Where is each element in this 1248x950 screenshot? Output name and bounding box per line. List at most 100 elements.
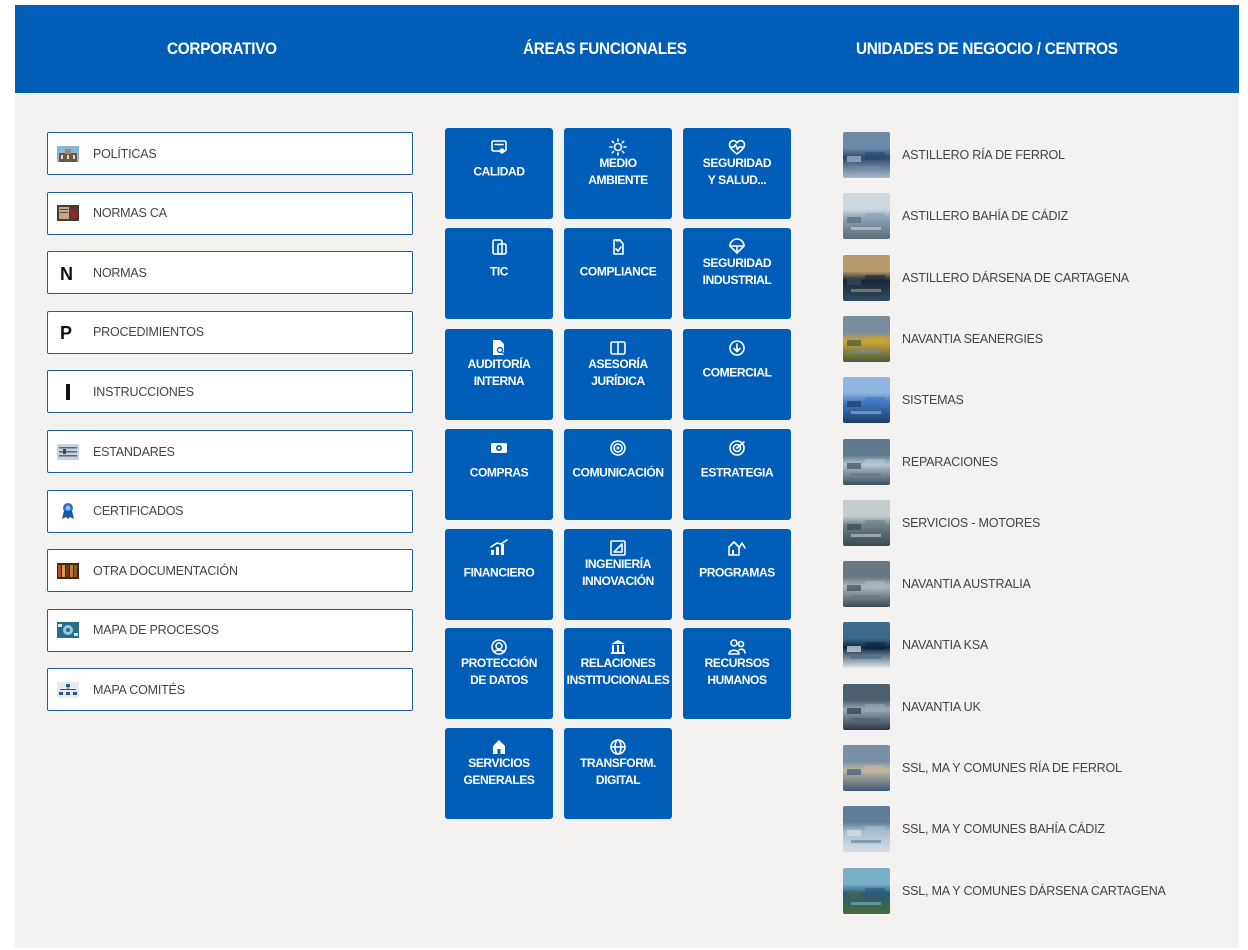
corp-item-label: POLÍTICAS xyxy=(93,146,157,161)
business-unit-astillero-bahia-de-cadiz[interactable]: ASTILLERO BAHÍA DE CÁDIZ xyxy=(843,192,1068,240)
ruler-design-icon xyxy=(564,539,672,557)
tile-financiero[interactable]: FINANCIERO xyxy=(445,529,553,620)
letter-p-icon: P xyxy=(57,323,79,341)
compliance-icon xyxy=(564,238,672,256)
tile-label: COMERCIAL xyxy=(702,365,772,380)
business-unit-reparaciones[interactable]: REPARACIONES xyxy=(843,438,998,486)
heart-pulse-icon xyxy=(683,138,791,156)
business-unit-servicios-motores[interactable]: SERVICIOS - MOTORES xyxy=(843,499,1040,547)
tile-servicios-generales[interactable]: SERVICIOS GENERALES xyxy=(445,728,553,819)
people-icon xyxy=(683,638,791,656)
download-circle-icon xyxy=(683,339,791,357)
book-open-icon xyxy=(564,339,672,357)
corp-item-mapa-de-procesos[interactable]: MAPA DE PROCESOS xyxy=(47,608,413,652)
corp-item-normas[interactable]: N NORMAS xyxy=(47,251,413,295)
business-unit-thumbnail xyxy=(843,683,890,730)
business-unit-navantia-seanergies[interactable]: NAVANTIA SEANERGIES xyxy=(843,315,1043,363)
tile-compras[interactable]: COMPRAS xyxy=(445,429,553,520)
letter-n-icon: N xyxy=(57,264,79,282)
business-unit-label: SSL, MA Y COMUNES DÁRSENA CARTAGENA xyxy=(902,883,1166,898)
data-protection-icon xyxy=(445,638,553,656)
tile-estrategia[interactable]: ESTRATEGIA xyxy=(683,429,791,520)
tile-label: TIC xyxy=(489,264,509,279)
tile-medio-ambiente[interactable]: MEDIO AMBIENTE xyxy=(564,128,672,219)
tile-label: FINANCIERO xyxy=(463,565,535,580)
business-unit-label: NAVANTIA SEANERGIES xyxy=(902,331,1043,346)
header-unidades-negocio: UNIDADES DE NEGOCIO / CENTROS xyxy=(856,39,1118,58)
tile-compliance[interactable]: COMPLIANCE xyxy=(564,228,672,319)
page-panel: CORPORATIVO ÁREAS FUNCIONALES UNIDADES D… xyxy=(15,5,1239,948)
tile-programas[interactable]: PROGRAMAS xyxy=(683,529,791,620)
business-unit-astillero-ria-de-ferrol[interactable]: ASTILLERO RÍA DE FERROL xyxy=(843,131,1065,179)
tile-ingenieria-innovacion[interactable]: INGENIERÍA INNOVACIÓN xyxy=(564,529,672,620)
tile-recursos-humanos[interactable]: RECURSOS HUMANOS xyxy=(683,628,791,719)
tile-label: MEDIO AMBIENTE xyxy=(588,156,648,187)
business-unit-thumbnail xyxy=(843,438,890,485)
business-unit-ssl-ma-y-comunes-ria-de-ferrol[interactable]: SSL, MA Y COMUNES RÍA DE FERROL xyxy=(843,744,1122,792)
business-unit-label: ASTILLERO DÁRSENA DE CARTAGENA xyxy=(902,270,1129,285)
tile-label: RECURSOS HUMANOS xyxy=(704,656,770,687)
header-areas-funcionales: ÁREAS FUNCIONALES xyxy=(523,39,687,58)
business-unit-label: ASTILLERO BAHÍA DE CÁDIZ xyxy=(902,209,1069,224)
section-header-bar: CORPORATIVO ÁREAS FUNCIONALES UNIDADES D… xyxy=(15,5,1239,93)
tile-label: COMPLIANCE xyxy=(579,264,657,279)
tile-label: SERVICIOS GENERALES xyxy=(463,756,535,787)
business-unit-label: SERVICIOS - MOTORES xyxy=(902,515,1041,530)
business-unit-sistemas[interactable]: SISTEMAS xyxy=(843,376,964,424)
tile-seguridad-y-salud[interactable]: SEGURIDAD Y SALUD... xyxy=(683,128,791,219)
tile-tic[interactable]: TIC xyxy=(445,228,553,319)
committee-map-icon xyxy=(57,681,79,699)
money-icon xyxy=(445,439,553,457)
tile-label: COMUNICACIÓN xyxy=(572,465,664,480)
tile-label: TRANSFORM. DIGITAL xyxy=(580,756,656,787)
tile-asesoria-juridica[interactable]: ASESORÍA JURÍDICA xyxy=(564,329,672,420)
certificate-ribbon-icon xyxy=(57,502,79,520)
business-unit-thumbnail xyxy=(843,132,890,178)
corp-item-certificados[interactable]: CERTIFICADOS xyxy=(47,489,413,533)
business-unit-navantia-australia[interactable]: NAVANTIA AUSTRALIA xyxy=(843,560,1031,608)
tile-auditoria-interna[interactable]: AUDITORÍA INTERNA xyxy=(445,329,553,420)
tile-label: ASESORÍA JURÍDICA xyxy=(588,357,648,388)
business-unit-astillero-darsena-de-cartagena[interactable]: ASTILLERO DÁRSENA DE CARTAGENA xyxy=(843,254,1129,302)
corp-item-instrucciones[interactable]: INSTRUCCIONES xyxy=(47,370,413,414)
business-unit-thumbnail xyxy=(843,315,890,362)
corp-item-label: NORMAS CA xyxy=(93,206,167,221)
broadcast-icon xyxy=(564,439,672,457)
business-unit-navantia-ksa[interactable]: NAVANTIA KSA xyxy=(843,621,988,669)
corp-item-politicas[interactable]: POLÍTICAS xyxy=(47,132,413,175)
tile-label: SEGURIDAD INDUSTRIAL xyxy=(702,256,772,287)
business-unit-label: ASTILLERO RÍA DE FERROL xyxy=(902,148,1065,162)
target-icon xyxy=(683,439,791,457)
tile-comercial[interactable]: COMERCIAL xyxy=(683,329,791,420)
home-icon xyxy=(445,738,553,756)
corp-item-mapa-comites[interactable]: MAPA COMITÉS xyxy=(47,668,413,712)
tile-comunicacion[interactable]: COMUNICACIÓN xyxy=(564,429,672,520)
house-chart-icon xyxy=(683,539,791,557)
globe-icon xyxy=(564,738,672,756)
tile-calidad[interactable]: CALIDAD xyxy=(445,128,553,219)
business-unit-navantia-uk[interactable]: NAVANTIA UK xyxy=(843,683,981,731)
corp-item-otra-documentacion[interactable]: OTRA DOCUMENTACIÓN xyxy=(47,549,413,593)
business-unit-thumbnail xyxy=(843,622,890,669)
tile-label: RELACIONES INSTITUCIONALES xyxy=(566,656,670,687)
sun-icon xyxy=(564,138,672,156)
business-unit-label: SSL, MA Y COMUNES BAHÍA CÁDIZ xyxy=(902,822,1105,837)
corp-item-normas-ca[interactable]: NORMAS CA xyxy=(47,191,413,235)
business-unit-ssl-ma-y-comunes-darsena-cartagena[interactable]: SSL, MA Y COMUNES DÁRSENA CARTAGENA xyxy=(843,867,1166,915)
books-icon xyxy=(57,562,79,580)
business-unit-thumbnail xyxy=(843,745,890,791)
tile-proteccion-de-datos[interactable]: PROTECCIÓN DE DATOS xyxy=(445,628,553,719)
parachute-icon xyxy=(683,238,791,256)
process-map-icon xyxy=(57,621,79,639)
tile-seguridad-industrial[interactable]: SEGURIDAD INDUSTRIAL xyxy=(683,228,791,319)
corp-item-estandares[interactable]: ESTANDARES xyxy=(47,430,413,473)
tile-transform-digital[interactable]: TRANSFORM. DIGITAL xyxy=(564,728,672,819)
business-unit-label: NAVANTIA UK xyxy=(902,699,981,714)
svg-text:N: N xyxy=(60,264,73,282)
corp-item-label: MAPA COMITÉS xyxy=(93,682,185,697)
document-photo-icon xyxy=(57,204,79,222)
corp-item-label: MAPA DE PROCESOS xyxy=(93,623,219,638)
corp-item-procedimientos[interactable]: P PROCEDIMIENTOS xyxy=(47,310,413,354)
business-unit-ssl-ma-y-comunes-bahia-cadiz[interactable]: SSL, MA Y COMUNES BAHÍA CÁDIZ xyxy=(843,805,1105,853)
tile-relaciones-institucionales[interactable]: RELACIONES INSTITUCIONALES xyxy=(564,628,672,719)
